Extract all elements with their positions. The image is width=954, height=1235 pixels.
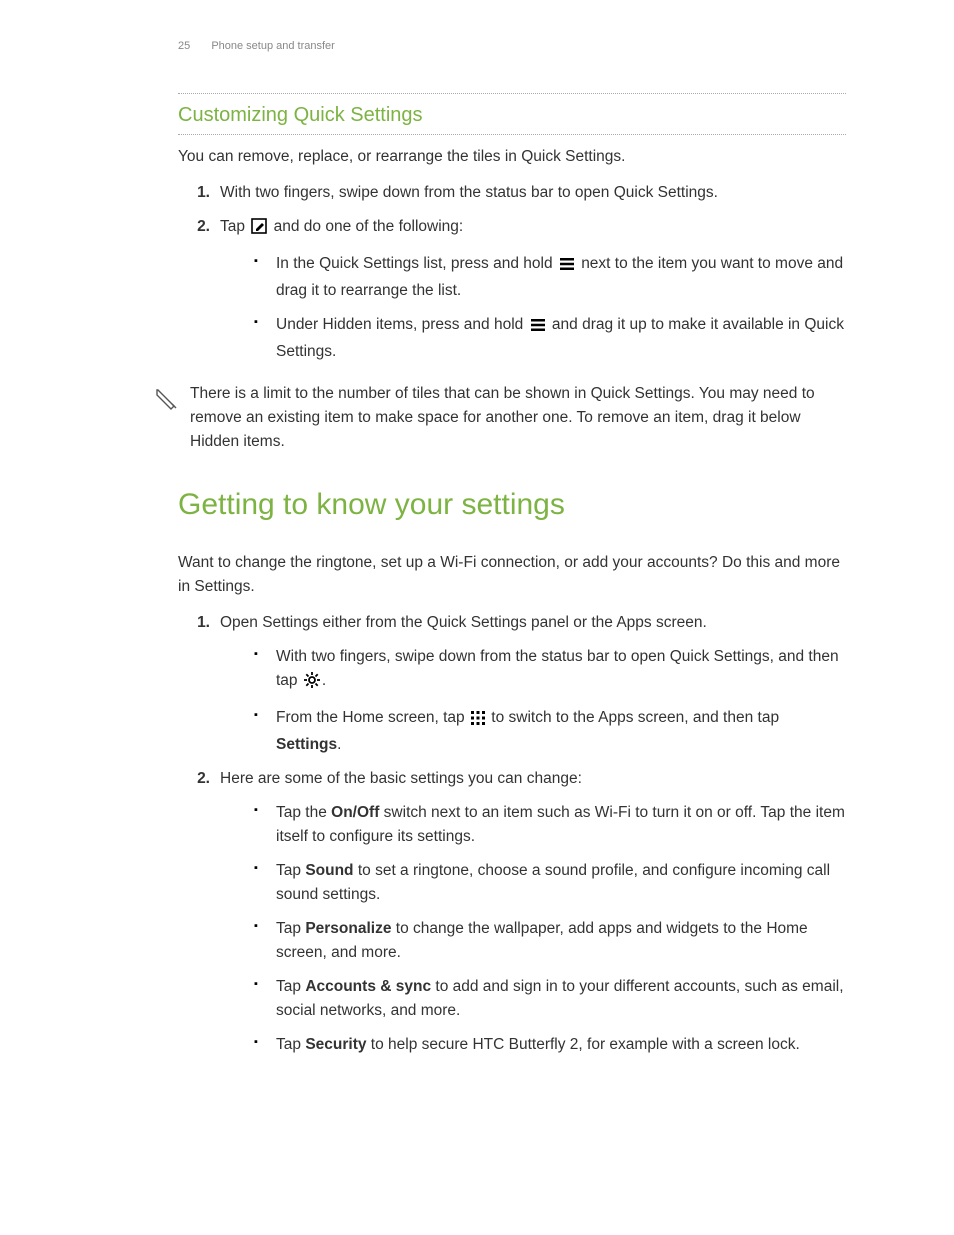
- step2-sublist: In the Quick Settings list, press and ho…: [220, 252, 846, 364]
- step1-sublist: With two fingers, swipe down from the st…: [220, 645, 846, 757]
- step-2: 2. Here are some of the basic settings y…: [206, 767, 846, 1057]
- section1-intro: You can remove, replace, or rearrange th…: [178, 145, 846, 169]
- security-label: Security: [305, 1036, 366, 1053]
- section-title-getting-to-know: Getting to know your settings: [178, 482, 846, 529]
- settings-label: Settings: [276, 736, 337, 753]
- sub-item: With two fingers, swipe down from the st…: [270, 645, 846, 696]
- step-1: 1. With two fingers, swipe down from the…: [206, 181, 846, 205]
- settings-gear-icon: [304, 672, 320, 696]
- sub-item: In the Quick Settings list, press and ho…: [270, 252, 846, 303]
- note-text: There is a limit to the number of tiles …: [190, 382, 842, 454]
- pencil-note-icon: [154, 382, 190, 454]
- sound-label: Sound: [305, 862, 353, 879]
- personalize-label: Personalize: [305, 920, 391, 937]
- step-text: With two fingers, swipe down from the st…: [220, 184, 718, 201]
- section2-intro: Want to change the ringtone, set up a Wi…: [178, 551, 846, 599]
- page-number: 25: [178, 40, 190, 52]
- step-text-pre: Tap: [220, 218, 249, 235]
- edit-icon: [251, 218, 267, 242]
- sub-item: Tap the On/Off switch next to an item su…: [270, 801, 846, 849]
- sub-item: Tap Personalize to change the wallpaper,…: [270, 917, 846, 965]
- step-text-post: and do one of the following:: [274, 218, 464, 235]
- onoff-label: On/Off: [331, 804, 379, 821]
- sub-item: From the Home screen, tap to switch to t…: [270, 706, 846, 757]
- apps-grid-icon: [471, 709, 485, 733]
- drag-handle-icon: [559, 255, 575, 279]
- step2-sublist: Tap the On/Off switch next to an item su…: [220, 801, 846, 1057]
- note-block: There is a limit to the number of tiles …: [154, 382, 846, 454]
- accounts-sync-label: Accounts & sync: [305, 978, 431, 995]
- sub-item: Under Hidden items, press and hold and d…: [270, 313, 846, 364]
- section-title-customizing: Customizing Quick Settings: [178, 96, 846, 135]
- section2-steps: 1. Open Settings either from the Quick S…: [178, 611, 846, 1057]
- sub-item: Tap Accounts & sync to add and sign in t…: [270, 975, 846, 1023]
- step-2: 2. Tap and do one of the following: In t…: [206, 215, 846, 364]
- drag-handle-icon: [530, 316, 546, 340]
- step-text: Here are some of the basic settings you …: [220, 770, 582, 787]
- page-header: 25 Phone setup and transfer: [178, 38, 846, 55]
- step-text: Open Settings either from the Quick Sett…: [220, 614, 707, 631]
- sub-item: Tap Security to help secure HTC Butterfl…: [270, 1033, 846, 1057]
- sub-item: Tap Sound to set a ringtone, choose a so…: [270, 859, 846, 907]
- breadcrumb: Phone setup and transfer: [211, 40, 335, 52]
- step-1: 1. Open Settings either from the Quick S…: [206, 611, 846, 757]
- section1-steps: 1. With two fingers, swipe down from the…: [178, 181, 846, 364]
